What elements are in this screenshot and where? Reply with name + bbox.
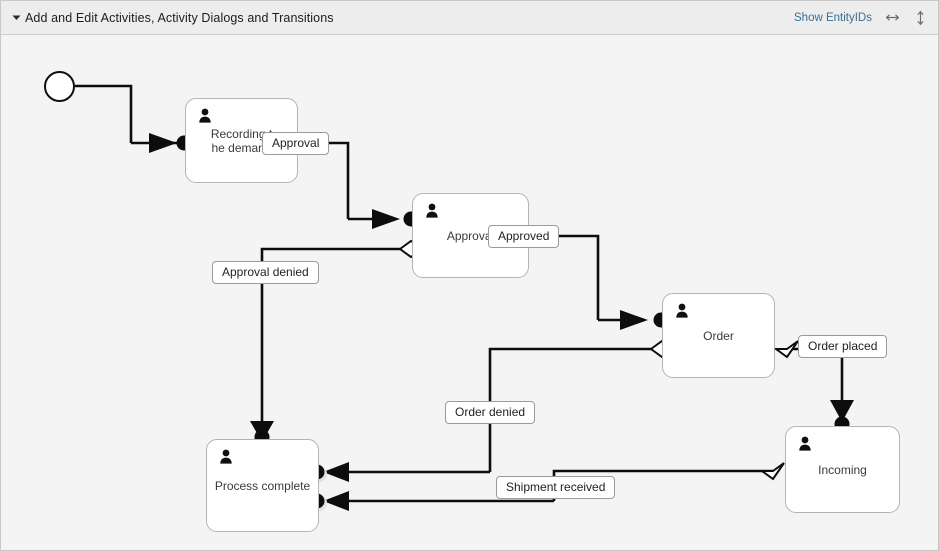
diagram-canvas[interactable]: Recording t he demand Approval Order Pro… [1,35,938,550]
activity-node-label: Order [703,328,734,343]
arrows-up-down-icon[interactable] [913,9,928,27]
titlebar-actions: Show EntityIDs [794,9,938,27]
transition-label-approval-denied[interactable]: Approval denied [212,261,319,284]
person-icon [676,303,688,318]
activity-node-order[interactable]: Order [662,293,775,378]
activity-diagram-panel: Add and Edit Activities, Activity Dialog… [0,0,939,551]
transition-label-order-denied[interactable]: Order denied [445,401,536,424]
person-icon [199,108,211,123]
activity-node-process-complete[interactable]: Process complete [206,439,319,532]
panel-title: Add and Edit Activities, Activity Dialog… [25,10,334,25]
person-icon [426,203,438,218]
activity-node-label: Incoming [818,462,867,477]
transition-label-approved[interactable]: Approved [488,225,560,248]
arrows-left-right-icon[interactable] [885,9,900,27]
person-icon [220,449,232,464]
start-event[interactable] [44,71,75,102]
transition-label-approval[interactable]: Approval [262,132,330,155]
transition-label-order-placed[interactable]: Order placed [798,335,888,358]
panel-titlebar: Add and Edit Activities, Activity Dialog… [1,1,938,35]
person-icon [799,436,811,451]
show-entity-ids-link[interactable]: Show EntityIDs [794,12,872,24]
triangle-down-icon[interactable] [7,1,25,35]
activity-node-label: Process complete [214,478,311,493]
transition-label-shipment-received[interactable]: Shipment received [496,476,616,499]
activity-node-incoming[interactable]: Incoming [785,426,900,513]
